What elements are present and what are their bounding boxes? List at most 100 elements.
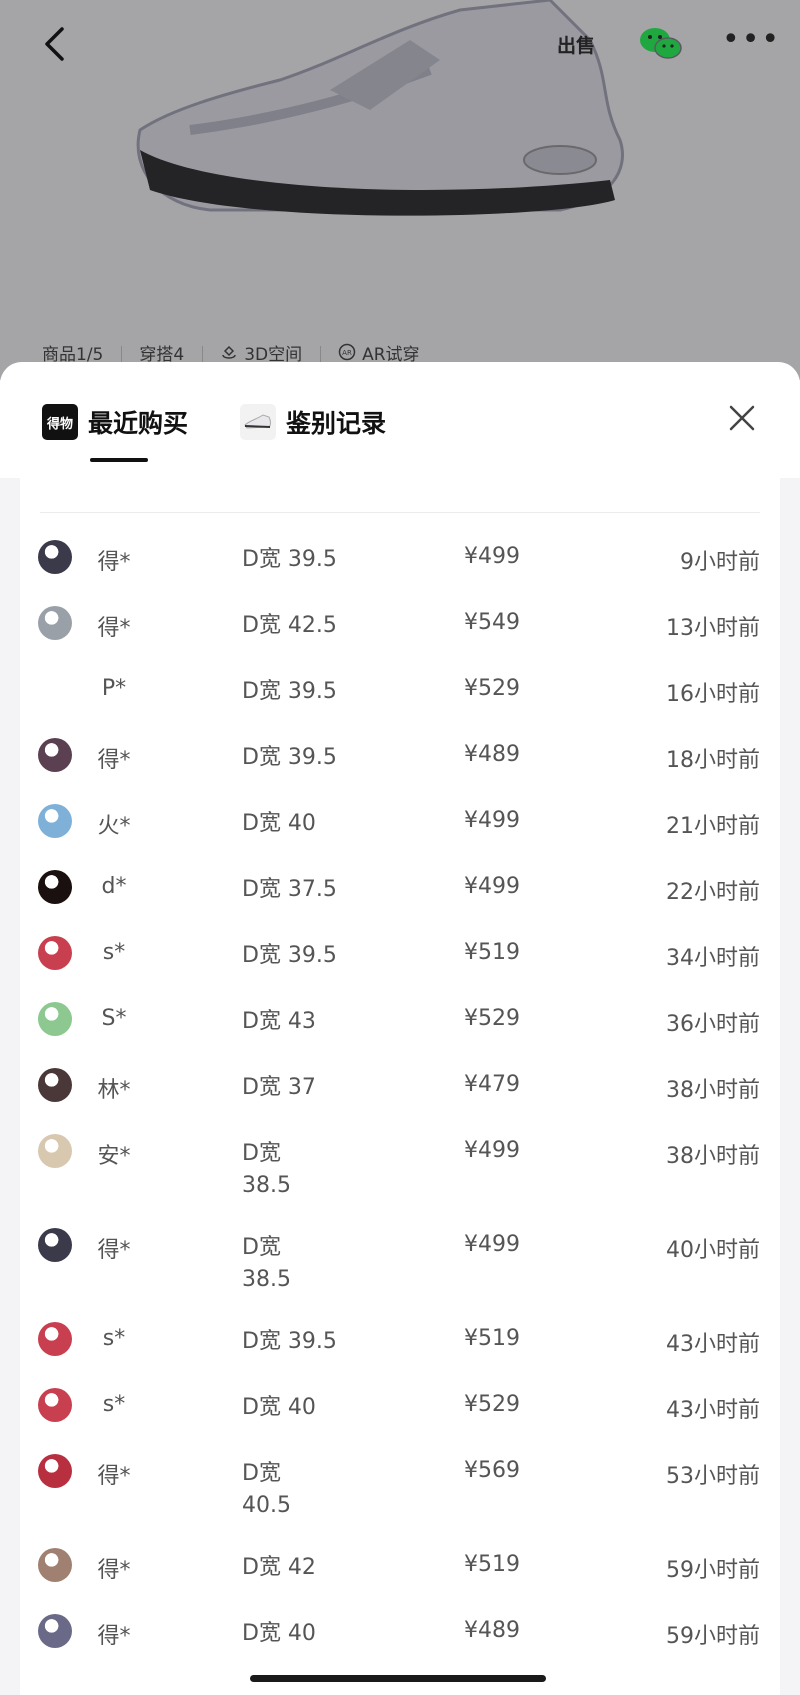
time-ago-label: 53小时前 [666, 1464, 760, 1489]
sheet-header: 得物 最近购买 鉴别记录 [0, 362, 800, 478]
size-label: D宽 40 [242, 1395, 316, 1420]
tab-outfit[interactable]: 穿搭4 [121, 340, 202, 365]
buyer-name: 安* [97, 1144, 131, 1169]
price-label: ¥529 [464, 1006, 520, 1031]
close-button[interactable] [722, 398, 762, 438]
home-indicator[interactable] [250, 1675, 546, 1682]
tab-authentication-records[interactable]: 鉴别记录 [240, 400, 386, 444]
wechat-share-button[interactable] [636, 22, 686, 66]
price-label: ¥519 [464, 1326, 520, 1351]
size-label: D宽 39.5 [242, 943, 337, 968]
wechat-icon [640, 28, 682, 59]
price-label: ¥499 [464, 808, 520, 833]
time-ago-label: 13小时前 [666, 616, 760, 641]
recent-purchases-sheet: 得物 最近购买 鉴别记录 得* D宽 39.5 ¥499 9小时前 得* D宽 42.5 ¥… [0, 362, 800, 1695]
time-ago-label: 43小时前 [666, 1332, 760, 1357]
avatar [38, 672, 72, 706]
price-label: ¥529 [464, 676, 520, 701]
buyer-name: s* [102, 940, 126, 965]
size-label: D宽 40 [242, 811, 316, 836]
price-label: ¥569 [464, 1458, 520, 1483]
avatar [38, 1614, 72, 1648]
buyer-name: 火* [97, 814, 131, 839]
close-icon [729, 405, 755, 431]
tab-label: 最近购买 [88, 409, 189, 438]
tab-product-gallery[interactable]: 商品1/5 [24, 340, 121, 365]
tab-recent-purchases[interactable]: 得物 最近购买 [42, 400, 188, 444]
tab-label: 3D空间 [244, 344, 303, 365]
size-label: D宽 40 [242, 1621, 316, 1646]
price-label: ¥499 [464, 874, 520, 899]
avatar [38, 1322, 72, 1356]
avatar [38, 804, 72, 838]
time-ago-label: 18小时前 [666, 748, 760, 773]
avatar [38, 936, 72, 970]
list-divider [40, 512, 760, 513]
avatar [38, 870, 72, 904]
tab-label: 鉴别记录 [286, 409, 387, 438]
sell-button[interactable]: 出售 [554, 22, 598, 66]
buyer-name: P* [101, 676, 127, 701]
buyer-name: d* [101, 874, 127, 899]
time-ago-label: 36小时前 [666, 1012, 760, 1037]
size-label: D宽 42 [242, 1555, 316, 1580]
buyer-name: 林* [97, 1078, 131, 1103]
chevron-left-icon [45, 27, 64, 61]
time-ago-label: 34小时前 [666, 946, 760, 971]
price-label: ¥499 [464, 1232, 520, 1257]
avatar [38, 738, 72, 772]
back-button[interactable] [36, 22, 72, 66]
price-label: ¥529 [464, 1392, 520, 1417]
time-ago-label: 38小时前 [666, 1078, 760, 1103]
time-ago-label: 43小时前 [666, 1398, 760, 1423]
buyer-name: S* [101, 1006, 127, 1031]
tab-ar-tryon[interactable]: AR AR试穿 [320, 340, 437, 365]
avatar [38, 1134, 72, 1168]
price-label: ¥479 [464, 1072, 520, 1097]
time-ago-label: 16小时前 [666, 682, 760, 707]
size-label: D宽 37 [242, 1075, 316, 1100]
buyer-name: 得* [97, 1464, 131, 1489]
buyer-name: 得* [97, 1558, 131, 1583]
time-ago-label: 9小时前 [680, 550, 760, 575]
more-options-button[interactable]: ••• [722, 22, 779, 66]
price-label: ¥519 [464, 1552, 520, 1577]
size-label: D宽 39.5 [242, 679, 337, 704]
avatar [38, 1388, 72, 1422]
size-label: D宽 39.5 [242, 745, 337, 770]
size-label: D宽 42.5 [242, 613, 337, 638]
avatar [38, 1228, 72, 1262]
size-label: D宽 43 [242, 1009, 316, 1034]
size-label: D宽 39.5 [242, 1329, 337, 1354]
buyer-name: s* [102, 1326, 126, 1351]
tab-label: 商品1/5 [42, 344, 104, 365]
time-ago-label: 59小时前 [666, 1558, 760, 1583]
price-label: ¥549 [464, 610, 520, 635]
buyer-name: s* [102, 1392, 126, 1417]
time-ago-label: 38小时前 [666, 1144, 760, 1169]
avatar [38, 1002, 72, 1036]
avatar [38, 1068, 72, 1102]
avatar [38, 1454, 72, 1488]
avatar [38, 540, 72, 574]
sell-label: 出售 [556, 34, 595, 57]
buyer-name: 得* [97, 550, 131, 575]
purchase-list[interactable]: 得* D宽 39.5 ¥499 9小时前 得* D宽 42.5 ¥549 13小时前 P* D宽 … [20, 478, 780, 1695]
svg-text:AR: AR [342, 349, 352, 357]
size-label: D宽 38.5 [242, 1141, 291, 1198]
price-label: ¥489 [464, 1618, 520, 1643]
buyer-name: 得* [97, 1238, 131, 1263]
tab-label: 穿搭4 [139, 344, 185, 365]
dewu-logo-icon: 得物 [42, 404, 78, 440]
tab-label: AR试穿 [362, 344, 420, 365]
buyer-name: 得* [97, 1624, 131, 1649]
buyer-name: 得* [97, 616, 131, 641]
price-label: ¥499 [464, 544, 520, 569]
time-ago-label: 22小时前 [666, 880, 760, 905]
size-label: D宽 38.5 [242, 1235, 291, 1292]
more-icon: ••• [722, 22, 782, 57]
product-image-area: 出售 ••• 商品1/5 穿搭4 3D空间 AR AR试穿 [0, 0, 800, 380]
time-ago-label: 59小时前 [666, 1624, 760, 1649]
tab-3d-space[interactable]: 3D空间 [202, 340, 320, 365]
price-label: ¥489 [464, 742, 520, 767]
